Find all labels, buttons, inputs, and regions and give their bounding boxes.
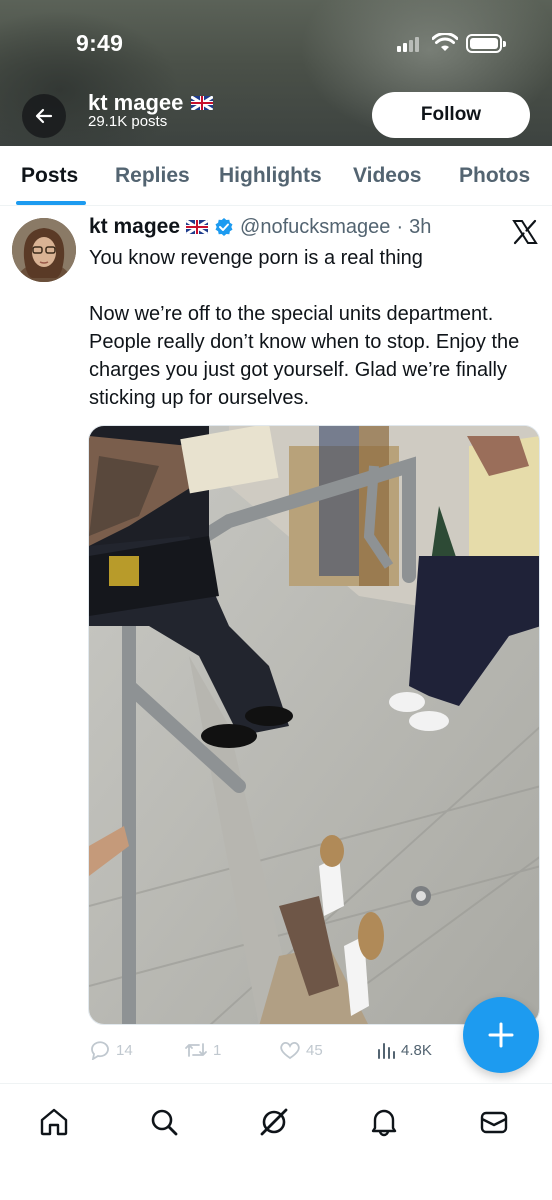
tweet[interactable]: kt magee @nofucksmagee · 3h You know rev…: [0, 207, 552, 1079]
tweet-text: You know revenge porn is a real thing No…: [89, 244, 544, 412]
status-time: 9:49: [76, 30, 124, 56]
bottom-navigation: [0, 1083, 552, 1200]
tab-highlights[interactable]: Highlights: [219, 164, 322, 188]
views-button[interactable]: 4.8K: [376, 1040, 432, 1060]
tweet-separator: ·: [396, 215, 404, 238]
tab-replies[interactable]: Replies: [115, 164, 190, 188]
nav-home[interactable]: [34, 1102, 74, 1142]
tweet-text-line: You know revenge porn is a real thing: [89, 247, 423, 269]
reply-count: 14: [116, 1041, 133, 1059]
battery-icon: [466, 34, 506, 53]
cellular-signal-icon: [397, 36, 423, 52]
nav-search[interactable]: [144, 1102, 184, 1142]
uk-flag-icon: [186, 220, 209, 234]
nav-notifications[interactable]: [364, 1102, 404, 1142]
grok-icon: [260, 1108, 288, 1136]
reply-icon: [91, 1041, 109, 1060]
tweet-author-name[interactable]: kt magee: [89, 215, 180, 239]
search-icon: [151, 1109, 178, 1136]
tab-photos[interactable]: Photos: [459, 164, 530, 188]
profile-header: 9:49 kt magee 29.1K posts Follow: [0, 0, 552, 146]
heart-icon: [280, 1041, 300, 1060]
follow-button[interactable]: Follow: [372, 92, 530, 138]
home-icon: [40, 1108, 68, 1136]
arrow-left-icon: [35, 108, 53, 124]
reply-button[interactable]: 14: [89, 1040, 133, 1060]
tab-posts[interactable]: Posts: [21, 164, 78, 188]
tweet-header: kt magee @nofucksmagee · 3h: [89, 215, 431, 239]
tweet-time[interactable]: 3h: [409, 216, 431, 239]
notifications-icon: [371, 1109, 397, 1137]
repost-count: 1: [213, 1041, 222, 1059]
nav-messages[interactable]: [474, 1102, 514, 1142]
avatar-image: [12, 218, 76, 282]
like-button[interactable]: 45: [279, 1040, 323, 1060]
repost-button[interactable]: 1: [184, 1040, 221, 1060]
views-count: 4.8K: [401, 1041, 432, 1059]
like-count: 45: [306, 1041, 323, 1059]
nav-grok[interactable]: [254, 1102, 294, 1142]
wifi-icon: [432, 33, 458, 51]
messages-icon: [480, 1111, 508, 1134]
x-logo-icon: [512, 219, 538, 245]
compose-post-button[interactable]: [463, 997, 539, 1073]
verified-badge-icon: [215, 218, 233, 236]
tweet-photo[interactable]: [88, 425, 540, 1025]
profile-tabs: Posts Replies Highlights Videos Photos: [0, 146, 552, 206]
tweet-photo-image: [89, 426, 539, 1024]
repost-icon: [185, 1043, 207, 1057]
views-chart-icon: [378, 1043, 395, 1059]
avatar[interactable]: [12, 218, 76, 282]
tweet-handle[interactable]: @nofucksmagee: [240, 216, 390, 239]
tweet-text-paragraph: Now we’re off to the special units depar…: [89, 303, 520, 409]
plus-icon: [488, 1022, 514, 1048]
back-button[interactable]: [22, 94, 66, 138]
tab-videos[interactable]: Videos: [353, 164, 421, 188]
active-tab-indicator: [16, 201, 86, 205]
status-bar: 9:49: [0, 0, 552, 90]
tweet-actions: 14 1 45 4.8K: [89, 1040, 449, 1064]
uk-flag-icon: [191, 96, 214, 110]
posts-count: 29.1K posts: [88, 113, 168, 130]
